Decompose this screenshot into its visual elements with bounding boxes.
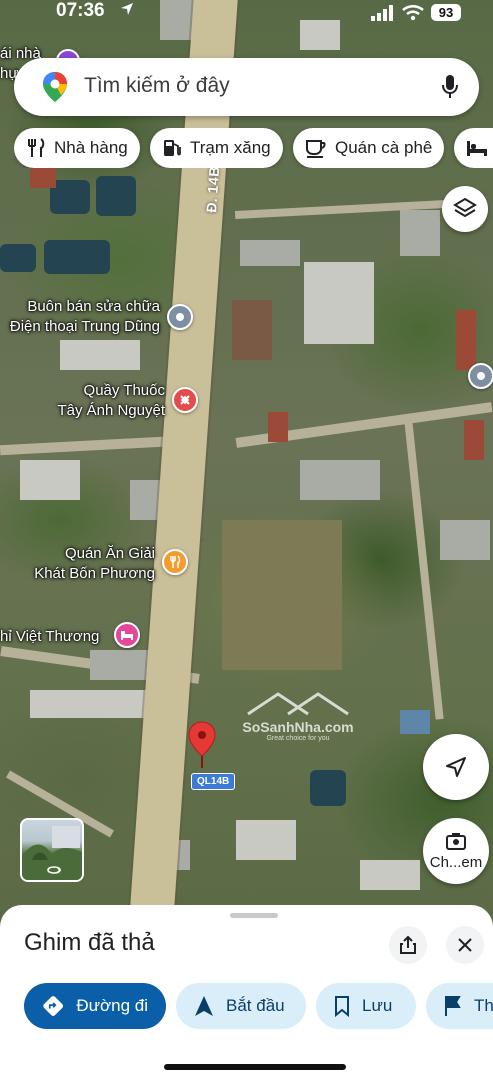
street-view-label: Ch...em (429, 853, 483, 871)
category-chips: Nhà hàng Trạm xăng Quán cà phê (14, 128, 493, 168)
signal-icon (371, 4, 393, 21)
pharmacy-icon[interactable] (172, 387, 198, 413)
microphone-icon[interactable] (441, 74, 459, 100)
wifi-icon (402, 4, 424, 20)
building (60, 340, 140, 370)
street-view-thumbnail[interactable] (20, 818, 84, 882)
navigation-arrow-icon (446, 757, 466, 777)
building (30, 168, 56, 188)
bookmark-icon (335, 996, 349, 1017)
google-maps-logo-icon (43, 72, 67, 102)
close-icon (458, 938, 472, 952)
pond (96, 176, 136, 216)
battery-indicator: 93 (431, 4, 461, 21)
chip-restaurants[interactable]: Nhà hàng (14, 128, 140, 168)
hotel-icon[interactable] (114, 622, 140, 648)
location-arrow-icon (121, 3, 133, 15)
status-icons: 93 (371, 4, 461, 21)
watermark: SoSanhNha.com Great choice for you (228, 690, 368, 742)
action-buttons: Đường đi Bắt đầu Lưu Th (24, 983, 493, 1029)
home-indicator[interactable] (164, 1064, 346, 1070)
search-input[interactable]: Tìm kiếm ở đây (84, 74, 230, 98)
road-label: Đ. 14B (203, 165, 223, 214)
search-bar[interactable]: Tìm kiếm ở đây (14, 58, 479, 116)
pin-icon[interactable] (468, 363, 493, 389)
building (232, 300, 272, 360)
bottom-sheet[interactable]: Ghim đã thả Đường đi Bắt đầu Lưu Th (0, 905, 493, 1080)
building (236, 820, 296, 860)
share-icon (400, 935, 416, 954)
poi-label-restaurant[interactable]: Quán Ăn Giải Khát Bốn Phương (10, 544, 155, 584)
pin-icon[interactable] (167, 304, 193, 330)
poi-label-hotel[interactable]: hỉ Việt Thương (0, 627, 99, 647)
building (20, 460, 80, 500)
restaurant-icon (28, 138, 45, 157)
street-view-button[interactable]: Ch...em (423, 818, 489, 884)
chip-hotels[interactable] (454, 128, 493, 168)
building (400, 210, 440, 256)
building (240, 240, 300, 266)
more-action-button[interactable]: Th (426, 983, 493, 1029)
rotate-360-icon (47, 866, 62, 874)
building (440, 520, 490, 560)
directions-button[interactable]: Đường đi (24, 983, 166, 1029)
poi-label-pharmacy[interactable]: Quầy Thuốc Tây Ánh Nguyệt (20, 381, 165, 421)
building (456, 310, 476, 370)
building (268, 412, 288, 442)
building (300, 460, 380, 500)
save-button[interactable]: Lưu (316, 983, 416, 1029)
building (304, 262, 374, 344)
directions-icon (43, 996, 64, 1016)
start-button[interactable]: Bắt đầu (176, 983, 306, 1029)
building (464, 420, 484, 460)
flag-icon (445, 996, 461, 1016)
dropped-pin-icon[interactable] (186, 720, 218, 770)
navigation-arrow-icon (195, 996, 213, 1016)
coffee-icon (306, 140, 326, 158)
my-location-button[interactable] (423, 734, 489, 800)
open-field (222, 520, 342, 670)
pond (0, 244, 36, 272)
building (360, 860, 420, 890)
chip-coffee[interactable]: Quán cà phê (293, 128, 445, 168)
hotel-icon (467, 141, 487, 156)
restaurant-icon[interactable] (162, 549, 188, 575)
street-view-icon (446, 832, 466, 850)
status-bar: 07:36 93 (0, 0, 493, 34)
pond (310, 770, 346, 806)
share-button[interactable] (389, 926, 427, 964)
building (400, 710, 430, 734)
layers-icon (453, 197, 477, 218)
pond (44, 240, 110, 274)
chip-gas-stations[interactable]: Trạm xăng (150, 128, 283, 168)
layers-button[interactable] (442, 186, 488, 232)
drag-handle[interactable] (230, 913, 278, 918)
poi-label-phone-shop[interactable]: Buôn bán sửa chữa Điện thoại Trung Dũng (0, 297, 160, 337)
gas-station-icon (164, 140, 181, 156)
road-shield: QL14B (191, 773, 236, 790)
side-road (404, 420, 444, 720)
close-button[interactable] (446, 926, 484, 964)
pond (50, 180, 90, 214)
status-time: 07:36 (56, 0, 105, 21)
sheet-title: Ghim đã thả (24, 929, 155, 956)
